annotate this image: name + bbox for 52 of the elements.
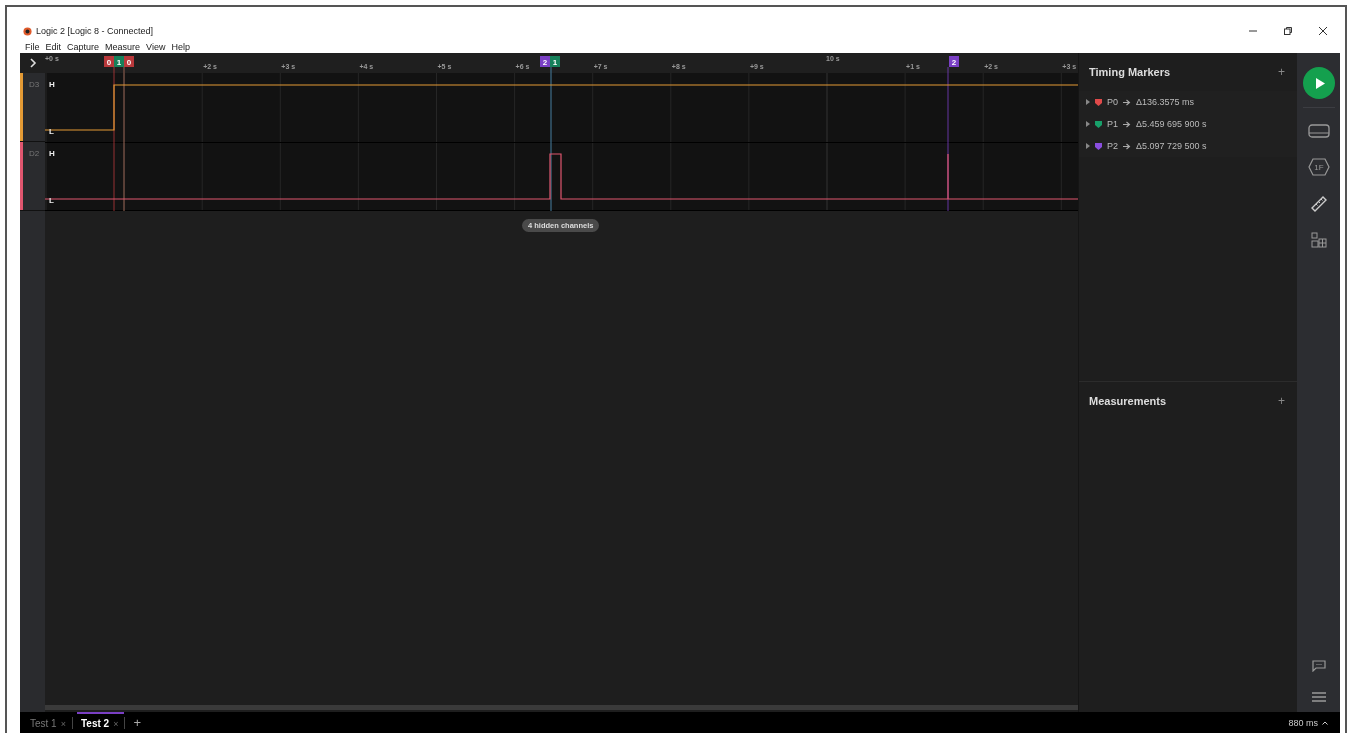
play-icon [1315, 77, 1325, 89]
new-tab-button[interactable]: + [129, 715, 145, 730]
marker-badge[interactable]: 0 [104, 56, 114, 67]
capture-tab[interactable]: Test 1 × [26, 712, 72, 733]
horizontal-scrollbar[interactable] [45, 705, 1078, 710]
close-icon[interactable] [1318, 26, 1328, 36]
caret-up-icon[interactable] [1322, 720, 1328, 725]
marker-name: P0 [1107, 97, 1118, 107]
marker-delta: Δ5.097 729 500 s [1136, 141, 1207, 151]
menu-item[interactable]: Measure [105, 41, 141, 52]
menu-item[interactable]: Edit [45, 41, 62, 52]
hex-chip-icon[interactable]: 1F [1307, 158, 1330, 176]
menu-icon[interactable] [1311, 692, 1326, 702]
menu-item[interactable]: View [146, 41, 166, 52]
window-title: Logic 2 [Logic 8 - Connected] [36, 26, 154, 36]
add-button[interactable]: + [1278, 394, 1285, 408]
expand-caret-icon[interactable] [1086, 99, 1090, 105]
chevron-right-icon[interactable] [28, 58, 37, 68]
expand-caret-icon[interactable] [1086, 143, 1090, 149]
marker-badge[interactable]: 0 [124, 56, 134, 67]
channel-name: D3 [29, 80, 40, 89]
app-logo-icon [23, 26, 32, 36]
expand-caret-icon[interactable] [1086, 121, 1090, 127]
marker-badge[interactable]: 2 [540, 56, 550, 67]
zoom-level-text: 880 ms [1288, 717, 1318, 728]
marker-badge[interactable]: 2 [949, 56, 959, 67]
marker-badge[interactable]: 1 [114, 56, 124, 67]
ruler-icon[interactable] [1310, 196, 1327, 212]
marker-delta: Δ136.3575 ms [1136, 97, 1195, 107]
marker-name: P1 [1107, 119, 1118, 129]
arrow-right-icon [1123, 120, 1131, 128]
arrow-right-icon [1123, 142, 1131, 150]
low-level-label: L [49, 196, 54, 205]
section-title: Timing Markers [1089, 66, 1171, 78]
menu-item[interactable]: File [25, 41, 40, 52]
restore-icon[interactable] [1283, 26, 1293, 36]
menu-item[interactable]: Help [171, 41, 190, 52]
analyzer-icon[interactable] [1307, 124, 1330, 138]
high-level-label: H [49, 149, 55, 158]
marker-badge[interactable]: 1 [550, 56, 560, 67]
chat-icon[interactable] [1311, 660, 1326, 672]
high-level-label: H [49, 80, 55, 89]
section-title: Measurements [1089, 395, 1167, 407]
play-button[interactable] [1302, 67, 1335, 99]
channel-name: D2 [29, 149, 40, 158]
add-button[interactable]: + [1278, 65, 1285, 79]
marker-delta: Δ5.459 695 900 s [1136, 119, 1207, 129]
menu-item[interactable]: Capture [67, 41, 100, 52]
low-level-label: L [49, 127, 54, 136]
marker-name: P2 [1107, 141, 1118, 151]
extensions-icon[interactable] [1310, 232, 1327, 248]
arrow-right-icon [1123, 98, 1131, 106]
